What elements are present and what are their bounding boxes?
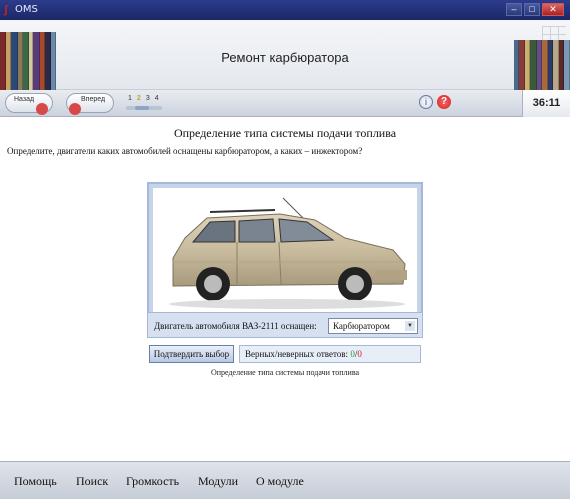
- step-indicator: 1 2 3 4: [128, 95, 164, 102]
- menu-search[interactable]: Поиск: [76, 474, 108, 489]
- back-button[interactable]: Назад: [5, 93, 53, 115]
- info-icon[interactable]: i: [419, 95, 433, 109]
- forward-arrow-icon: [69, 103, 81, 115]
- maximize-button[interactable]: □: [524, 3, 540, 16]
- step-progress-bar: [126, 106, 162, 110]
- engine-type-label: Двигатель автомобиля ВАЗ-2111 оснащен:: [154, 321, 317, 331]
- app-window: Ремонт карбюратора Назад Вперед 1 2 3 4 …: [0, 20, 570, 499]
- page-title: Ремонт карбюратора: [221, 50, 349, 65]
- back-button-label: Назад: [14, 96, 35, 103]
- step-1[interactable]: 1: [128, 95, 132, 102]
- confirm-button[interactable]: Подтвердить выбор: [149, 345, 234, 363]
- window-titlebar: ʃ OMS – □ ✕: [0, 0, 570, 20]
- close-button[interactable]: ✕: [542, 3, 564, 16]
- menu-help[interactable]: Помощь: [14, 474, 57, 489]
- help-icon[interactable]: ?: [437, 95, 451, 109]
- window-controls: – □ ✕: [504, 3, 564, 16]
- bottom-menu: Помощь Поиск Громкость Модули О модуле: [0, 461, 570, 499]
- engine-type-select[interactable]: Карбюратором ▼: [328, 318, 418, 334]
- menu-modules[interactable]: Модули: [198, 474, 238, 489]
- app-logo-icon: ʃ: [4, 4, 8, 16]
- minimize-button[interactable]: –: [506, 3, 522, 16]
- books-right-icon: [508, 40, 570, 90]
- engine-type-value: Карбюратором: [333, 321, 390, 331]
- car-image: [169, 197, 407, 309]
- back-arrow-icon: [36, 103, 48, 115]
- menu-about[interactable]: О модуле: [256, 474, 304, 489]
- confirm-row: Подтвердить выбор Верных/неверных ответо…: [147, 343, 423, 365]
- question-text: Определите, двигатели каких автомобилей …: [7, 146, 363, 156]
- forward-button[interactable]: Вперед: [66, 93, 114, 115]
- window-title: OMS: [15, 4, 38, 15]
- step-3[interactable]: 3: [146, 95, 150, 102]
- header: Ремонт карбюратора: [0, 20, 570, 90]
- content-title: Определение типа системы подачи топлива: [173, 126, 397, 140]
- car-image-panel: [147, 182, 423, 329]
- step-2[interactable]: 2: [137, 95, 141, 102]
- step-4[interactable]: 4: [155, 95, 159, 102]
- answers-label: Верных/неверных ответов:: [245, 349, 349, 359]
- toolbar: Назад Вперед 1 2 3 4 i ? 36:11: [0, 90, 570, 117]
- answers-counter: Верных/неверных ответов: 0/0: [239, 345, 421, 363]
- forward-button-label: Вперед: [81, 96, 106, 103]
- dropdown-arrow-icon[interactable]: ▼: [405, 321, 415, 331]
- engine-type-row: Двигатель автомобиля ВАЗ-2111 оснащен: К…: [147, 312, 423, 338]
- timer: 36:11: [522, 90, 570, 117]
- menu-volume[interactable]: Громкость: [126, 474, 179, 489]
- wrong-count: 0: [357, 349, 362, 359]
- image-caption: Определение типа системы подачи топлива: [210, 368, 360, 377]
